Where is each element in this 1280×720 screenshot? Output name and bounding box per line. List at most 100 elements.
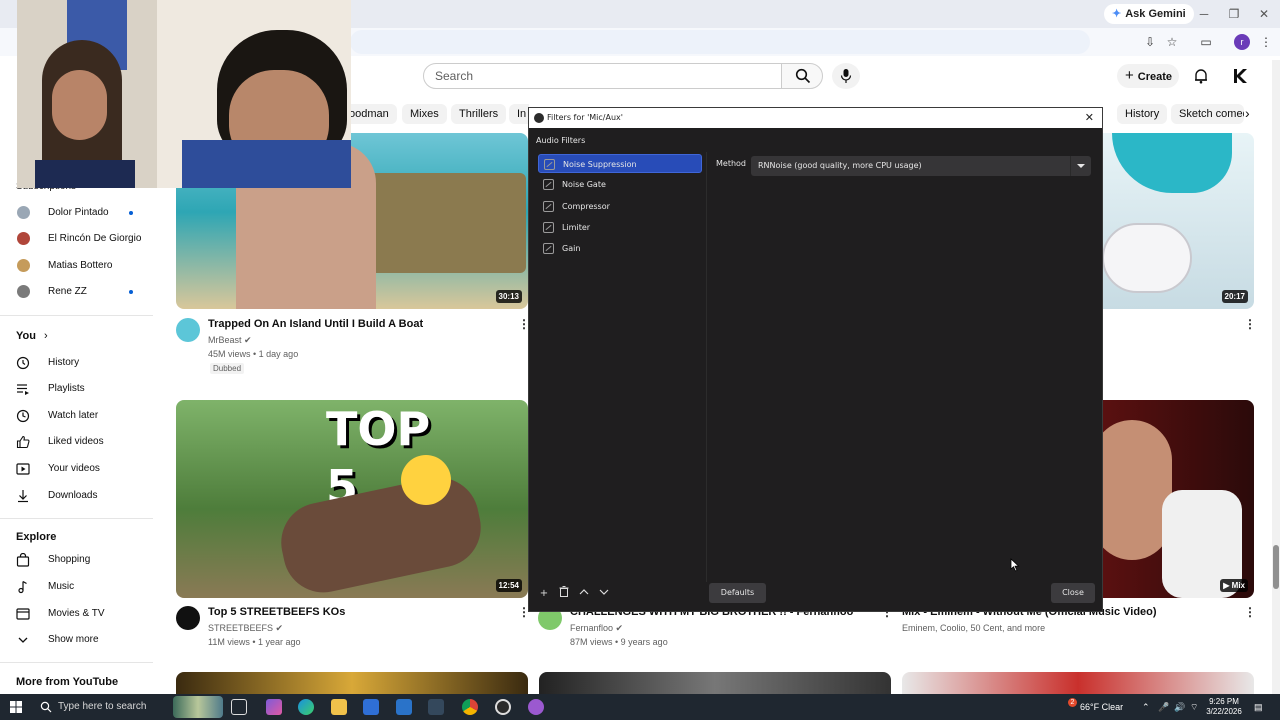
chip-in[interactable]: In (509, 104, 529, 124)
chip-thrillers[interactable]: Thrillers (451, 104, 507, 124)
video-menu-icon[interactable]: ⋮ (1244, 606, 1256, 618)
channel-name[interactable]: STREETBEEFS ✔ (208, 623, 283, 634)
sidebar-item-show-more[interactable]: Show more (0, 627, 160, 653)
sidebar-item-downloads[interactable]: Downloads (0, 483, 160, 509)
edge-icon[interactable] (298, 699, 314, 715)
channel-name[interactable]: Fernanfloo ✔ (570, 623, 623, 634)
sidebar-item-music[interactable]: Music (0, 574, 160, 600)
visibility-toggle-icon[interactable] (543, 179, 554, 190)
windows-start-icon[interactable] (10, 701, 22, 713)
method-select[interactable]: RNNoise (good quality, more CPU usage) (751, 156, 1091, 176)
video-title[interactable]: Trapped On An Island Until I Build A Boa… (208, 318, 423, 330)
video-title[interactable]: Top 5 STREETBEEFS KOs (208, 606, 345, 618)
video-menu-icon[interactable]: ⋮ (1244, 318, 1256, 330)
visibility-toggle-icon[interactable] (543, 222, 554, 233)
weather-widget[interactable]: 66°F Clear (1080, 694, 1123, 720)
side-panel-icon[interactable]: ▭ (1198, 34, 1214, 50)
channel-avatar-streetbeefs[interactable] (176, 606, 200, 630)
filter-item-noise-gate[interactable]: Noise Gate (538, 175, 702, 194)
omnibox[interactable] (350, 30, 1090, 54)
bookmark-star-icon[interactable]: ☆ (1164, 34, 1180, 50)
filter-item-noise-suppression[interactable]: Noise Suppression (538, 154, 702, 173)
sidebar-item-your-videos[interactable]: Your videos (0, 456, 160, 482)
video-menu-icon[interactable]: ⋮ (518, 318, 530, 330)
store-icon[interactable] (363, 699, 379, 715)
taskbar-clock[interactable]: 9:26 PM 3/22/2026 (1204, 697, 1244, 717)
sidebar-item-history[interactable]: History (0, 350, 160, 376)
restore-icon[interactable]: ❐ (1224, 4, 1244, 24)
close-button[interactable]: Close (1051, 583, 1095, 603)
move-down-icon[interactable] (596, 586, 612, 602)
sidebar-item-liked-videos[interactable]: Liked videos (0, 429, 160, 455)
video-thumbnail-vr[interactable]: 20:17 (1102, 133, 1254, 309)
remove-filter-icon[interactable] (556, 586, 572, 602)
create-button[interactable]: + Create (1117, 64, 1179, 88)
video-thumbnail-eminem[interactable]: ▶ Mix (1102, 400, 1254, 598)
wifi-icon[interactable]: ⌔ (1190, 694, 1198, 720)
sidebar-item-playlists[interactable]: Playlists (0, 376, 160, 402)
task-view-icon[interactable] (231, 699, 247, 715)
shopping-bag-icon (16, 553, 30, 567)
download-icon (18, 490, 28, 503)
channel-name[interactable]: MrBeast ✔ (208, 335, 252, 346)
video-thumbnail[interactable] (902, 672, 1254, 694)
move-up-icon[interactable] (576, 586, 592, 602)
terminal-icon[interactable] (428, 699, 444, 715)
browser-menu-icon[interactable]: ⋮ (1258, 34, 1274, 50)
filter-item-gain[interactable]: Gain (538, 239, 702, 258)
sidebar-item-label: Playlists (48, 383, 85, 394)
obs-icon[interactable] (495, 699, 511, 715)
sidebar-sub-el-rincon-de-giorgio[interactable]: El Rincón De Giorgio (0, 226, 160, 252)
copilot-icon[interactable] (266, 699, 282, 715)
obs-filters-dialog: Filters for 'Mic/Aux' ✕ Audio Filters No… (528, 107, 1103, 612)
scrollbar-thumb[interactable] (1273, 545, 1279, 589)
close-icon[interactable]: ✕ (1085, 108, 1094, 128)
defaults-button[interactable]: Defaults (709, 583, 766, 603)
sidebar-item-watch-later[interactable]: Watch later (0, 403, 160, 429)
chip-history[interactable]: History (1117, 104, 1168, 124)
profile-avatar[interactable]: r (1234, 34, 1250, 50)
notifications-icon[interactable]: ▤ (1254, 694, 1263, 720)
video-menu-icon[interactable]: ⋮ (518, 606, 530, 618)
video-thumbnail[interactable] (176, 672, 528, 694)
taskbar-search[interactable]: Type here to search (30, 694, 170, 720)
youtube-search-button[interactable] (781, 63, 823, 89)
mail-icon[interactable] (396, 699, 412, 715)
channel-avatar (17, 232, 30, 245)
add-filter-icon[interactable]: + (536, 586, 552, 602)
channel-name[interactable]: Eminem, Coolio, 50 Cent, and more (902, 623, 1045, 633)
filter-item-limiter[interactable]: Limiter (538, 218, 702, 237)
you-heading[interactable]: You › (16, 330, 48, 342)
chip-mixes[interactable]: Mixes (402, 104, 447, 124)
install-app-icon[interactable]: ⇩ (1142, 34, 1158, 50)
chips-next-chevron-icon[interactable]: › (1245, 106, 1250, 120)
filter-item-compressor[interactable]: Compressor (538, 197, 702, 216)
minimize-icon[interactable]: ─ (1194, 4, 1214, 24)
show-hidden-icons[interactable]: ⌃ (1142, 694, 1150, 720)
microphone-tray-icon[interactable]: 🎤 (1158, 694, 1169, 720)
visibility-toggle-icon[interactable] (543, 243, 554, 254)
chip-sketch-comedy[interactable]: Sketch comedy (1171, 104, 1244, 124)
channel-avatar-mrbeast[interactable] (176, 318, 200, 342)
visibility-toggle-icon[interactable] (544, 159, 555, 170)
video-thumbnail[interactable] (539, 672, 891, 694)
close-window-icon[interactable]: ✕ (1254, 4, 1274, 24)
volume-icon[interactable]: 🔊 (1174, 694, 1185, 720)
sidebar-sub-matias-bottero[interactable]: Matias Bottero (0, 253, 160, 279)
chrome-icon[interactable] (462, 699, 478, 715)
page-scrollbar[interactable] (1272, 60, 1280, 694)
sidebar-item-shopping[interactable]: Shopping (0, 547, 160, 573)
sidebar-item-movies-tv[interactable]: Movies & TV (0, 601, 160, 627)
visibility-toggle-icon[interactable] (543, 201, 554, 212)
youtube-search-input[interactable]: Search (423, 63, 782, 89)
voice-search-button[interactable] (832, 63, 860, 89)
create-label: Create (1137, 71, 1173, 83)
channel-avatar-icon[interactable] (1231, 67, 1249, 85)
app-icon[interactable] (528, 699, 544, 715)
ask-gemini-button[interactable]: ✦ Ask Gemini (1104, 4, 1194, 24)
file-explorer-icon[interactable] (331, 699, 347, 715)
sidebar-sub-rene-zz[interactable]: Rene ZZ (0, 279, 160, 305)
notifications-bell-icon[interactable] (1193, 68, 1209, 84)
video-thumbnail-streetbeefs[interactable]: TOP 5 12:54 (176, 400, 528, 598)
sidebar-sub-dolor-pintado[interactable]: Dolor Pintado (0, 200, 160, 226)
